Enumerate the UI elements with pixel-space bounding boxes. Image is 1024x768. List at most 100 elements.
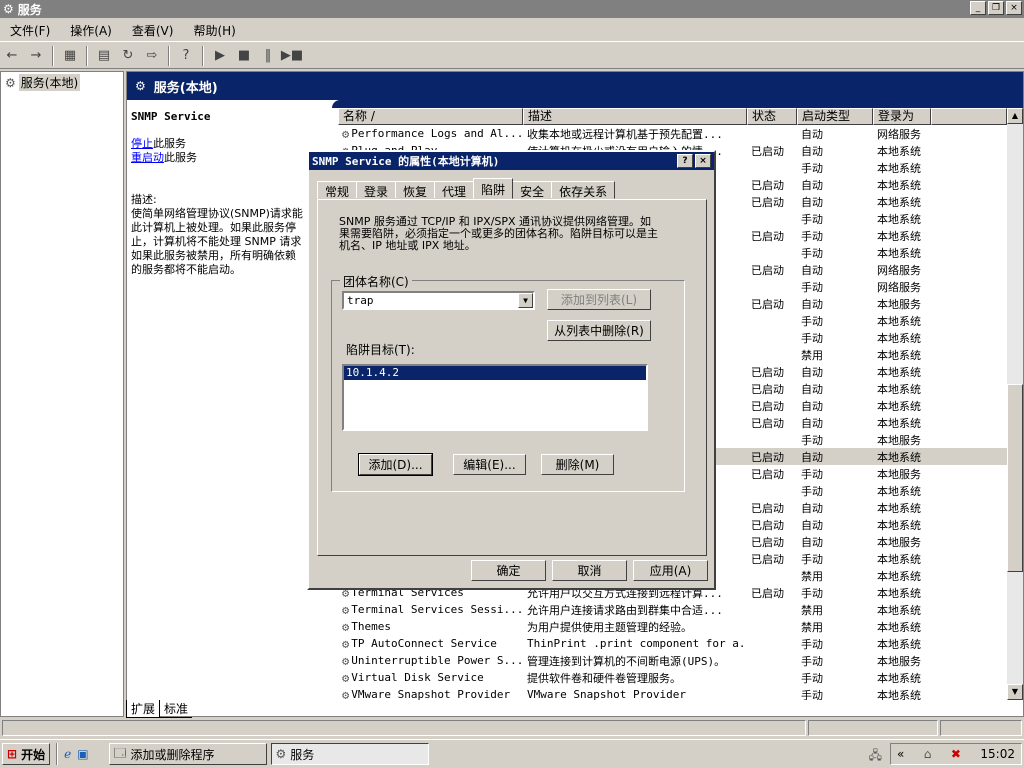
start-button[interactable]: ⊞ 开始 [2, 743, 51, 765]
remove-from-list-button[interactable]: 从列表中删除(R) [547, 320, 651, 341]
tray-expand-icon[interactable]: « [897, 747, 904, 761]
column-description[interactable]: 描述 [523, 108, 747, 125]
tab-security[interactable]: 安全 [512, 181, 553, 199]
console-tree: ⚙ 服务(本地) [0, 71, 124, 717]
task-add-remove-programs[interactable]: 🗔 添加或删除程序 [108, 743, 267, 765]
services-app-icon: ⚙ [3, 2, 14, 16]
trap-target-item[interactable]: 10.1.4.2 [344, 366, 646, 380]
refresh-icon[interactable]: ↻ [117, 45, 139, 67]
menu-view[interactable]: 查看(V) [122, 22, 184, 39]
apply-button[interactable]: 应用(A) [633, 560, 708, 581]
gear-icon: ⚙ [342, 670, 350, 685]
community-combo[interactable]: trap ▼ [342, 291, 535, 310]
tab-standard[interactable]: 标准 [160, 700, 193, 718]
table-row[interactable]: ⚙ Performance Logs and Al... 收集本地或远程计算机基于预… [338, 125, 1023, 142]
ie-icon[interactable]: ℯ [64, 747, 71, 761]
menu-file[interactable]: 文件(F) [0, 22, 60, 39]
tree-node-services-local[interactable]: ⚙ 服务(本地) [5, 74, 119, 91]
community-label: 团体名称(C) [340, 273, 412, 290]
ok-button[interactable]: 确定 [471, 560, 546, 581]
network-icon[interactable]: ⌂ [924, 747, 932, 761]
service-startup-cell: 手动 [801, 212, 823, 226]
table-row[interactable]: ⚙ Themes 为用户提供使用主题管理的经验。 禁用 本地系统 [338, 618, 1023, 635]
restart-service-icon[interactable]: ▶■ [281, 45, 303, 67]
start-service-icon[interactable]: ▶ [209, 45, 231, 67]
service-description-cell: 管理连接到计算机的不间断电源(UPS)。 [527, 654, 726, 668]
column-startup-type[interactable]: 启动类型 [797, 108, 873, 125]
chevron-down-icon[interactable]: ▼ [518, 293, 533, 308]
service-logon-cell: 本地服务 [877, 654, 921, 668]
dialog-close-button[interactable]: × [695, 154, 711, 168]
menu-help[interactable]: 帮助(H) [183, 22, 245, 39]
tab-dependencies[interactable]: 依存关系 [551, 181, 616, 199]
service-logon-cell: 网络服务 [877, 263, 921, 277]
shield-alert-icon[interactable]: ✖ [951, 747, 961, 761]
column-name[interactable]: 名称 / [338, 108, 523, 125]
service-logon-cell: 本地系统 [877, 484, 921, 498]
edit-target-button[interactable]: 编辑(E)... [453, 454, 526, 475]
forward-icon[interactable]: → [25, 45, 47, 67]
scroll-down-icon[interactable]: ▼ [1007, 684, 1023, 700]
menu-action[interactable]: 操作(A) [60, 22, 122, 39]
gear-icon: ⚙ [342, 126, 350, 141]
tab-logon[interactable]: 登录 [356, 181, 397, 199]
tab-general[interactable]: 常规 [317, 181, 358, 199]
service-startup-cell: 禁用 [801, 620, 823, 634]
service-startup-cell: 手动 [801, 671, 823, 685]
service-logon-cell: 本地系统 [877, 229, 921, 243]
toolbar: ← → ▦ ▤ ↻ ⇨ ? ▶ ■ ‖ ▶■ [0, 43, 1024, 69]
restore-button[interactable]: ❐ [988, 1, 1004, 15]
pause-service-icon[interactable]: ‖ [257, 45, 279, 67]
scroll-thumb[interactable] [1007, 384, 1023, 572]
add-target-button[interactable]: 添加(D)... [358, 453, 433, 476]
gear-icon: ⚙ [275, 747, 287, 761]
help-icon[interactable]: ? [175, 45, 197, 67]
minimize-button[interactable]: _ [970, 1, 986, 15]
tab-traps[interactable]: 陷阱 [473, 178, 514, 199]
tab-recovery[interactable]: 恢复 [395, 181, 436, 199]
properties-icon[interactable]: ▤ [93, 45, 115, 67]
table-row[interactable]: ⚙ VMware Snapshot Provider VMware Snapshot… [338, 686, 1023, 701]
tab-extended[interactable]: 扩展 [126, 699, 161, 718]
back-icon[interactable]: ← [1, 45, 23, 67]
show-tree-icon[interactable]: ▦ [59, 45, 81, 67]
service-status-cell: 已启动 [751, 399, 784, 413]
service-startup-cell: 自动 [801, 518, 823, 532]
scroll-up-icon[interactable]: ▲ [1007, 108, 1023, 124]
service-status-cell: 已启动 [751, 229, 784, 243]
gear-icon: ⚙ [342, 687, 350, 701]
service-startup-cell: 禁用 [801, 603, 823, 617]
close-button[interactable]: × [1006, 1, 1022, 15]
service-status-cell: 已启动 [751, 467, 784, 481]
export-icon[interactable]: ⇨ [141, 45, 163, 67]
pane-header: ⚙ 服务(本地) [127, 72, 1023, 100]
service-logon-cell: 本地系统 [877, 603, 921, 617]
table-row[interactable]: ⚙ Virtual Disk Service 提供软件卷和硬件卷管理服务。 手动 本地系… [338, 669, 1023, 686]
column-status[interactable]: 状态 [747, 108, 797, 125]
dialog-help-button[interactable]: ? [677, 154, 693, 168]
task-services[interactable]: ⚙ 服务 [270, 743, 429, 765]
tab-agent[interactable]: 代理 [434, 181, 475, 199]
stop-service-icon[interactable]: ■ [233, 45, 255, 67]
service-startup-cell: 手动 [801, 637, 823, 651]
trap-targets-list[interactable]: 10.1.4.2 [342, 364, 648, 431]
stop-service-link[interactable]: 停止 [131, 137, 153, 150]
vertical-scrollbar[interactable]: ▲ ▼ [1007, 108, 1023, 700]
column-logon-as[interactable]: 登录为 [873, 108, 931, 125]
cancel-button[interactable]: 取消 [552, 560, 627, 581]
service-logon-cell: 本地系统 [877, 518, 921, 532]
service-logon-cell: 本地系统 [877, 382, 921, 396]
service-status-cell: 已启动 [751, 263, 784, 277]
network-tray-icon[interactable]: 🖧 [869, 746, 882, 767]
gear-icon: ⚙ [342, 619, 350, 634]
add-to-list-button[interactable]: 添加到列表(L) [547, 289, 651, 310]
table-row[interactable]: ⚙ Terminal Services Sessi... 允许用户连接请求路由到群集… [338, 601, 1023, 618]
service-startup-cell: 自动 [801, 195, 823, 209]
service-startup-cell: 手动 [801, 467, 823, 481]
service-description-cell: VMware Snapshot Provider [527, 688, 686, 700]
restart-service-link[interactable]: 重启动 [131, 151, 164, 164]
remove-target-button[interactable]: 删除(M) [541, 454, 614, 475]
table-row[interactable]: ⚙ TP AutoConnect Service ThinPrint .print … [338, 635, 1023, 652]
desktop-icon[interactable]: ▣ [77, 747, 88, 761]
table-row[interactable]: ⚙ Uninterruptible Power S... 管理连接到计算机的不间断电… [338, 652, 1023, 669]
